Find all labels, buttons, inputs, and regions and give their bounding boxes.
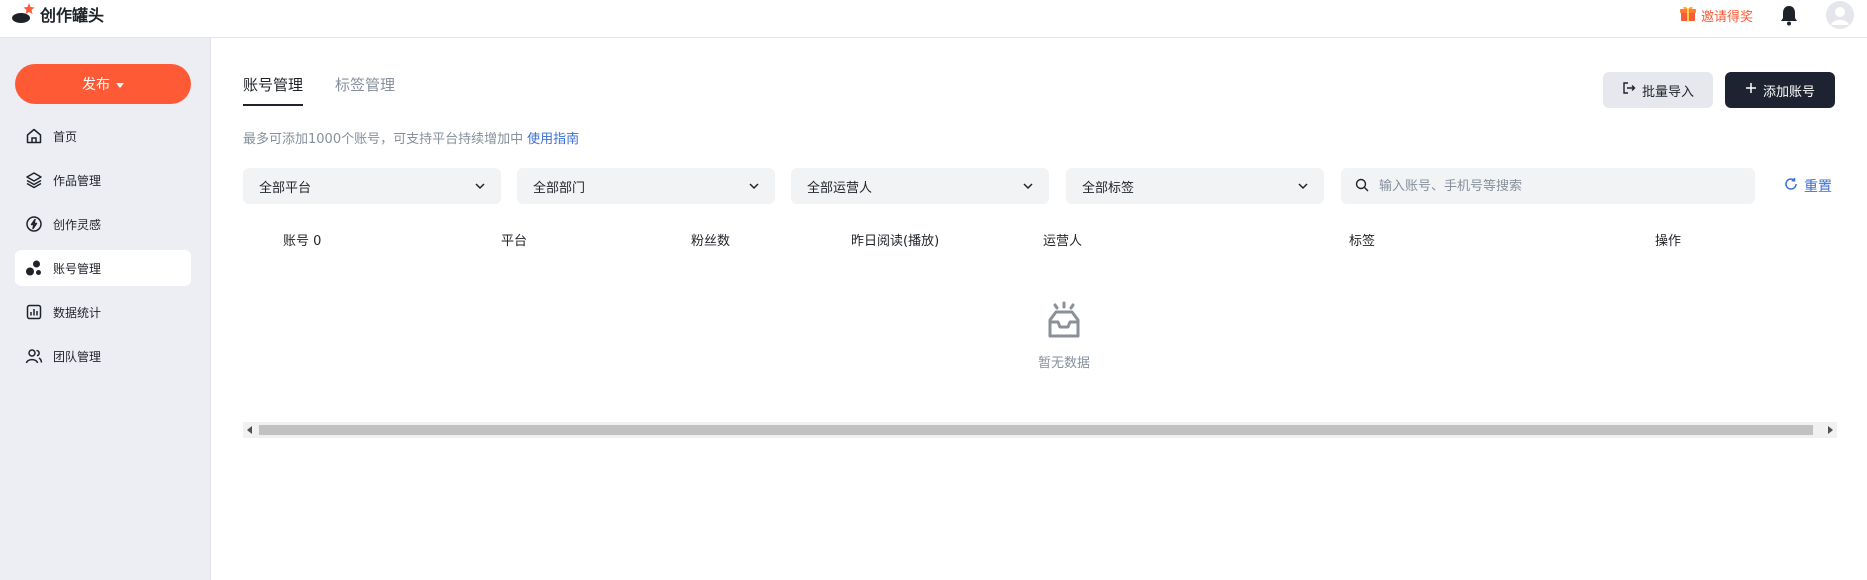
- bell-icon[interactable]: [1777, 3, 1801, 27]
- chevron-down-icon: [1296, 179, 1310, 193]
- department-select-value: 全部部门: [533, 180, 586, 196]
- chart-icon: [25, 303, 43, 321]
- sidebar-item-inspiration[interactable]: 创作灵感: [15, 206, 191, 242]
- column-header-actions[interactable]: 操作: [1655, 230, 1681, 249]
- sidebar-item-accounts[interactable]: 账号管理: [15, 250, 191, 286]
- sidebar-item-home[interactable]: 首页: [15, 118, 191, 154]
- bolt-icon: [25, 215, 43, 233]
- home-icon: [25, 127, 43, 145]
- guide-link[interactable]: 使用指南: [527, 132, 579, 147]
- accounts-icon: [25, 259, 43, 277]
- chevron-down-icon: [473, 179, 487, 193]
- table-header: 账号 0 平台 粉丝数 昨日阅读(播放) 运营人 标签 操作: [243, 222, 1837, 256]
- operator-select-value: 全部运营人: [807, 180, 873, 196]
- refresh-icon: [1784, 177, 1798, 195]
- department-select[interactable]: 全部部门: [517, 168, 775, 204]
- invite-label: 邀请得奖: [1700, 9, 1753, 25]
- scroll-left-icon[interactable]: [247, 426, 252, 434]
- import-icon: [1622, 81, 1636, 99]
- empty-inbox-icon: [1042, 301, 1086, 346]
- platform-select[interactable]: 全部平台: [243, 168, 501, 204]
- top-bar: 创作罐头 邀请得奖: [0, 0, 1867, 38]
- sidebar-item-label: 作品管理: [53, 173, 102, 188]
- scroll-right-icon[interactable]: [1828, 426, 1833, 434]
- search-box: [1341, 168, 1755, 204]
- tag-select[interactable]: 全部标签: [1066, 168, 1324, 204]
- hint-message: 最多可添加1000个账号，可支持平台持续增加中: [243, 132, 524, 147]
- batch-import-button[interactable]: 批量导入: [1603, 72, 1713, 108]
- reset-label: 重置: [1804, 179, 1832, 195]
- invite-link[interactable]: 邀请得奖: [1679, 4, 1753, 26]
- search-input[interactable]: [1379, 178, 1739, 194]
- app-name: 创作罐头: [40, 6, 105, 25]
- plus-icon: [1745, 82, 1757, 98]
- chevron-down-icon: [1021, 179, 1035, 193]
- empty-text: 暂无数据: [1037, 356, 1090, 371]
- publish-button[interactable]: 发布: [15, 64, 191, 104]
- sidebar-item-team[interactable]: 团队管理: [15, 338, 191, 374]
- sidebar: 发布 首页 作品管理 创作灵感 账号管理 数据统计 团队管理: [0, 38, 211, 580]
- column-header-yesterday-reads[interactable]: 昨日阅读(播放): [851, 230, 939, 249]
- search-icon: [1355, 177, 1369, 196]
- sidebar-item-label: 账号管理: [53, 261, 102, 276]
- add-account-button[interactable]: 添加账号: [1725, 72, 1835, 108]
- sidebar-nav: 首页 作品管理 创作灵感 账号管理 数据统计 团队管理: [15, 118, 191, 382]
- operator-select[interactable]: 全部运营人: [791, 168, 1049, 204]
- publish-label: 发布: [82, 77, 110, 93]
- layers-icon: [25, 171, 43, 189]
- sidebar-item-label: 团队管理: [53, 349, 102, 364]
- tag-select-value: 全部标签: [1082, 180, 1135, 196]
- horizontal-scrollbar[interactable]: [243, 422, 1837, 438]
- column-header-followers[interactable]: 粉丝数: [691, 230, 730, 249]
- sidebar-item-works[interactable]: 作品管理: [15, 162, 191, 198]
- add-account-label: 添加账号: [1762, 84, 1815, 100]
- team-icon: [25, 347, 43, 365]
- gift-icon: [1679, 4, 1697, 26]
- sidebar-item-label: 数据统计: [53, 305, 102, 320]
- logo-icon: [10, 2, 36, 26]
- sidebar-item-label: 首页: [53, 129, 78, 144]
- tab-tag-management[interactable]: 标签管理: [335, 74, 395, 106]
- column-header-operator[interactable]: 运营人: [1043, 230, 1082, 249]
- avatar[interactable]: [1825, 0, 1855, 30]
- chevron-down-icon: [747, 179, 761, 193]
- sidebar-item-stats[interactable]: 数据统计: [15, 294, 191, 330]
- scrollbar-thumb[interactable]: [259, 425, 1813, 435]
- column-header-platform[interactable]: 平台: [501, 230, 527, 249]
- platform-select-value: 全部平台: [259, 180, 312, 196]
- sidebar-item-label: 创作灵感: [53, 217, 102, 232]
- column-header-tag[interactable]: 标签: [1349, 230, 1375, 249]
- hint-text: 最多可添加1000个账号，可支持平台持续增加中 使用指南: [243, 128, 579, 147]
- column-header-account[interactable]: 账号 0: [283, 230, 321, 249]
- batch-import-label: 批量导入: [1641, 84, 1694, 100]
- tabs: 账号管理 标签管理: [243, 74, 395, 106]
- tab-account-management[interactable]: 账号管理: [243, 74, 304, 106]
- app-logo[interactable]: 创作罐头: [10, 2, 104, 26]
- empty-state: 暂无数据: [1019, 300, 1109, 371]
- reset-button[interactable]: 重置: [1784, 176, 1832, 196]
- caret-down-icon: [116, 82, 124, 88]
